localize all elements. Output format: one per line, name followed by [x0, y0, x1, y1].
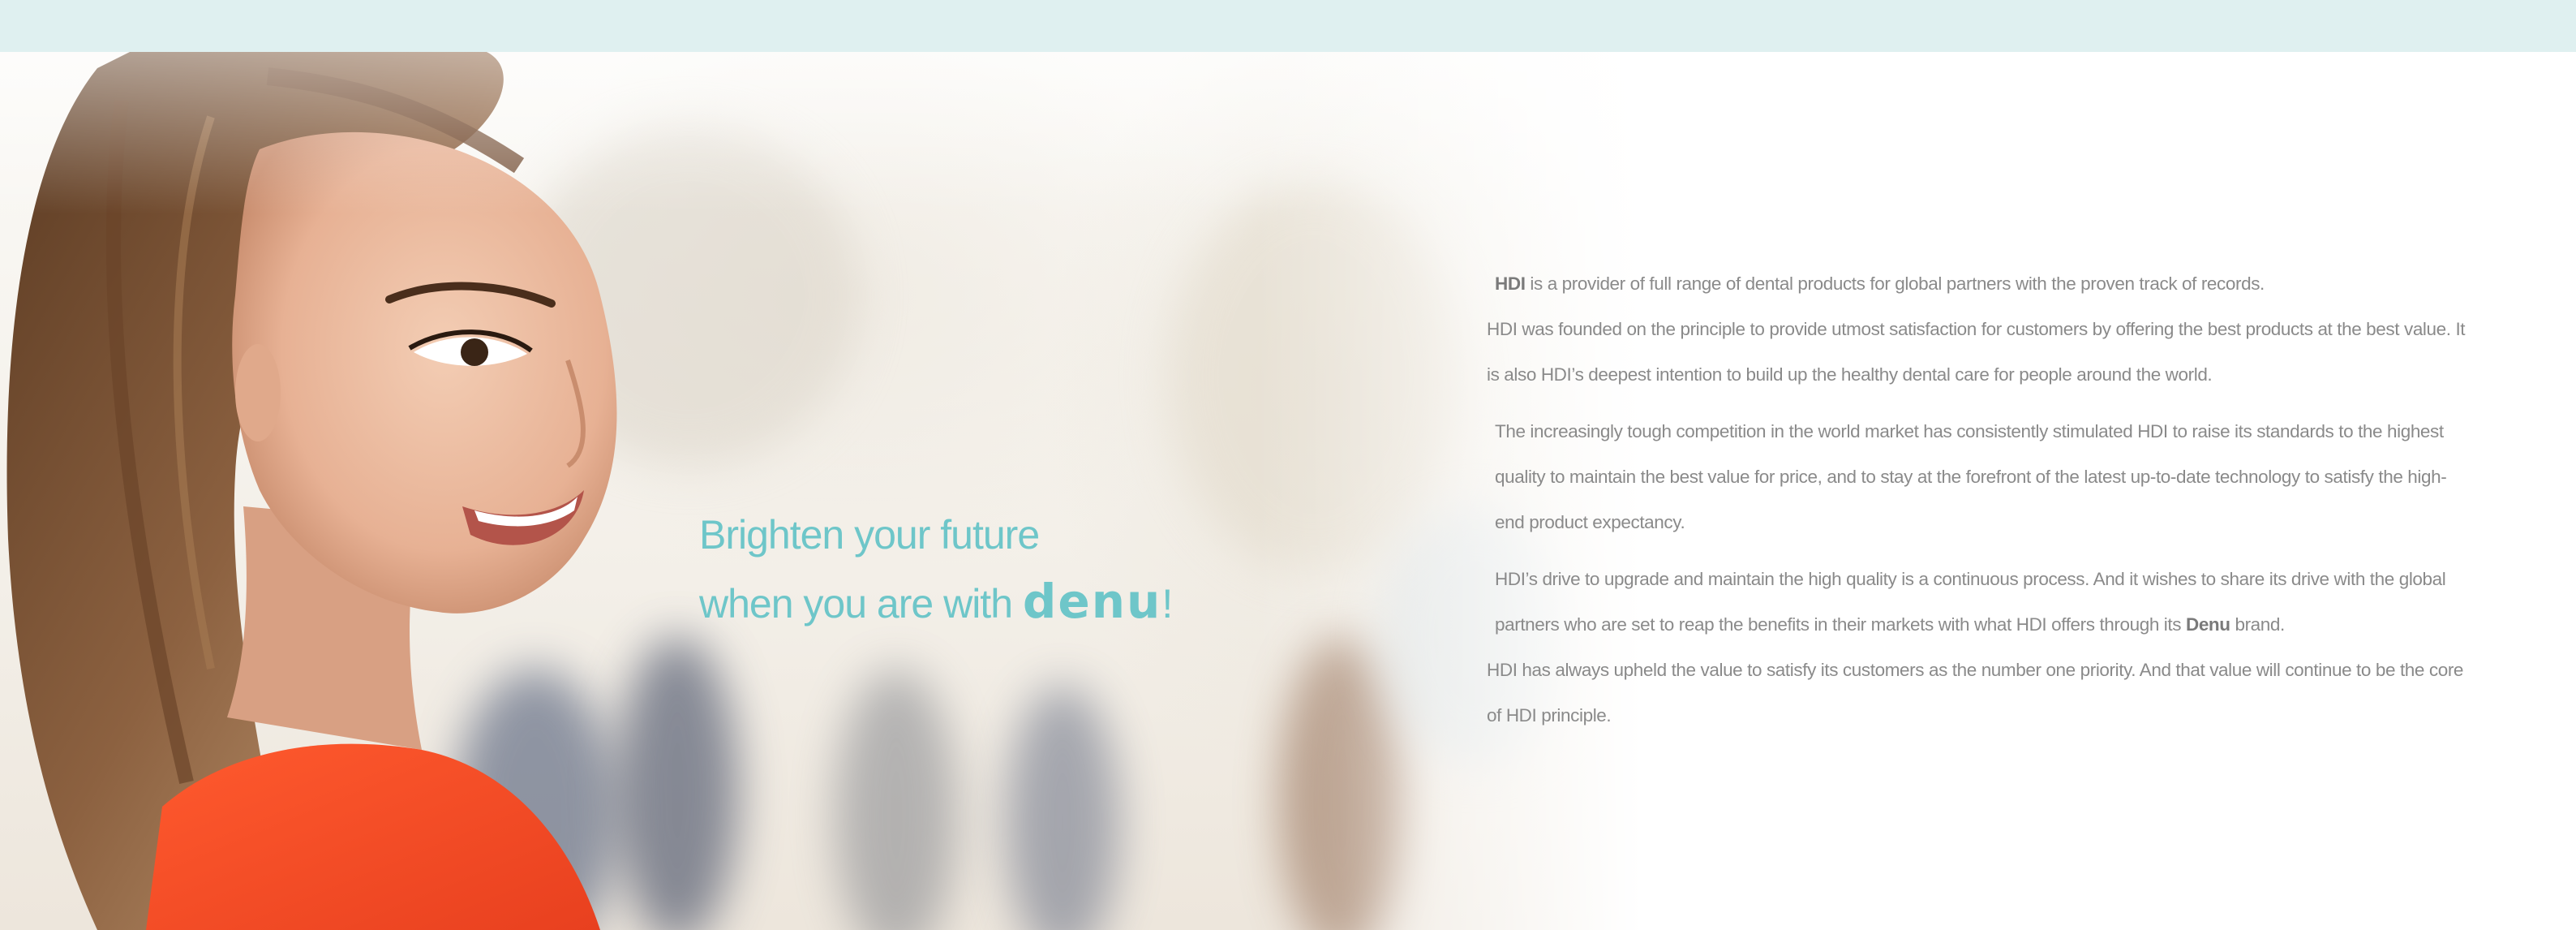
intro-p1-bold: HDI	[1495, 273, 1526, 294]
tagline-line-1: Brighten your future	[699, 512, 1040, 558]
intro-p4-end: brand.	[2230, 614, 2285, 635]
tagline-line-2: when you are with denu!	[699, 568, 1173, 637]
intro-p1-text: is a provider of full range of dental pr…	[1525, 273, 2265, 294]
top-bar	[0, 0, 2576, 52]
page: Brighten your future when you are with d…	[0, 0, 2576, 930]
hero-tagline: Brighten your future when you are with d…	[699, 502, 1173, 637]
company-intro: HDI is a provider of full range of denta…	[1487, 261, 2468, 750]
intro-p4-brand: Denu	[2185, 614, 2230, 635]
intro-paragraph-4: HDI’s drive to upgrade and maintain the …	[1487, 557, 2468, 648]
intro-paragraph-3: The increasingly tough competition in th…	[1495, 421, 2447, 532]
tagline-suffix: !	[1161, 581, 1173, 626]
intro-paragraph-5: HDI has always upheld the value to satis…	[1487, 660, 2464, 725]
tagline-prefix: when you are with	[699, 581, 1023, 626]
intro-paragraph-2: HDI was founded on the principle to prov…	[1487, 319, 2466, 385]
intro-paragraph-1: HDI is a provider of full range of denta…	[1487, 261, 2468, 307]
intro-p4-text: HDI’s drive to upgrade and maintain the …	[1495, 569, 2446, 635]
hero-image	[0, 52, 1663, 930]
brand-logo-text: denu	[1022, 574, 1162, 629]
